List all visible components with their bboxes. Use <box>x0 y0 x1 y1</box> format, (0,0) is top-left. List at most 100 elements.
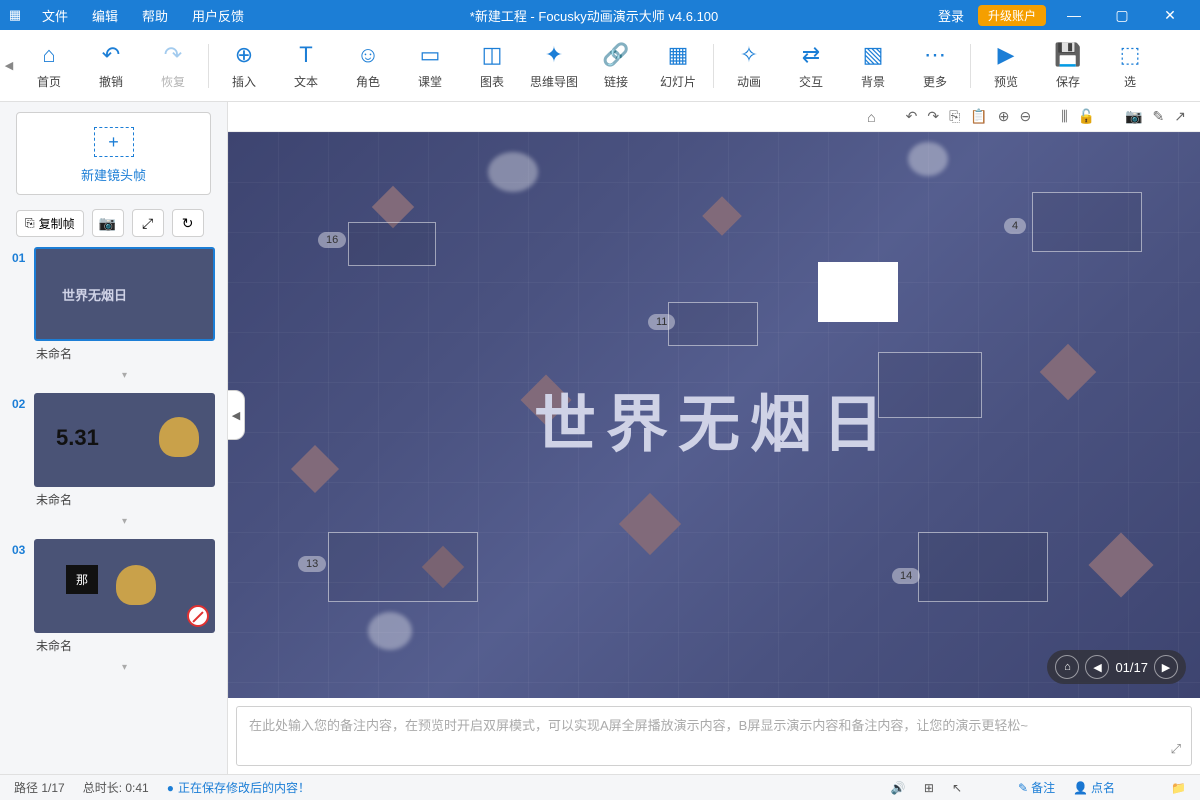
copy-canvas-icon[interactable]: ⎘ <box>949 108 960 125</box>
ribbon-icon: ◫ <box>482 41 503 69</box>
ribbon-scroll-left[interactable]: ◀ <box>0 59 18 72</box>
zoom-in-icon[interactable]: ⊕ <box>998 108 1010 125</box>
thumb-title: 未命名 <box>34 487 215 512</box>
ribbon-icon: ▦ <box>668 41 689 69</box>
ribbon-icon: 💾 <box>1054 41 1081 69</box>
close-button[interactable]: ✕ <box>1150 7 1190 24</box>
ribbon-首页[interactable]: ⌂ 首页 <box>18 41 80 90</box>
status-grid-icon[interactable]: ⊞ <box>924 781 934 795</box>
login-link[interactable]: 登录 <box>932 6 970 25</box>
status-folder-icon[interactable]: 📁 <box>1171 781 1186 795</box>
ribbon-label: 撤销 <box>99 73 123 90</box>
thumb-title: 未命名 <box>34 633 215 658</box>
thumbnail[interactable]: 5.31 <box>34 393 215 487</box>
notes-panel[interactable]: 在此处输入您的备注内容，在预览时开启双屏模式，可以实现A屏全屏播放演示内容，B屏… <box>236 706 1192 766</box>
thumbnail[interactable]: 那 <box>34 539 215 633</box>
new-frame-label: 新建镜头帧 <box>17 165 210 184</box>
lock-icon[interactable]: 🔓 <box>1078 108 1095 125</box>
ribbon-思维导图[interactable]: ✦思维导图 <box>523 41 585 90</box>
frame-box[interactable] <box>818 262 898 322</box>
export-icon[interactable]: ↗ <box>1174 108 1186 125</box>
nav-next-icon[interactable]: ▶ <box>1154 655 1178 679</box>
frame-box[interactable] <box>348 222 436 266</box>
menu-item[interactable]: 用户反馈 <box>180 6 256 25</box>
edit-icon[interactable]: ✎ <box>1153 108 1165 125</box>
frames-sidebar: + 新建镜头帧 ⎘ 复制帧 📷 ⤢ ↻ 01世界无烟日未命名▾025.31未命名… <box>0 102 228 774</box>
ribbon-选[interactable]: ⬚选 <box>1099 41 1161 90</box>
ribbon-保存[interactable]: 💾保存 <box>1037 41 1099 90</box>
paste-canvas-icon[interactable]: 📋 <box>970 108 987 125</box>
new-frame-button[interactable]: + 新建镜头帧 <box>16 112 211 195</box>
frame-box[interactable] <box>668 302 758 346</box>
frame-tag[interactable]: 13 <box>298 556 326 572</box>
frame-box[interactable] <box>878 352 982 418</box>
ribbon-幻灯片[interactable]: ▦幻灯片 <box>647 41 709 90</box>
decor-blob <box>908 142 948 176</box>
upgrade-button[interactable]: 升级账户 <box>978 5 1046 26</box>
menu-item[interactable]: 文件 <box>30 6 80 25</box>
copy-frame-button[interactable]: ⎘ 复制帧 <box>16 210 84 237</box>
home-icon[interactable]: ⌂ <box>867 109 875 125</box>
collapse-sidebar-handle[interactable]: ◀ <box>228 390 245 440</box>
thumb-wrap: 01世界无烟日未命名▾ <box>12 247 215 385</box>
ribbon-动画[interactable]: ✧动画 <box>718 41 780 90</box>
refresh-button[interactable]: ↻ <box>172 209 204 237</box>
zoom-out-icon[interactable]: ⊖ <box>1019 108 1031 125</box>
minimize-button[interactable]: — <box>1054 7 1094 23</box>
decor-blob <box>488 152 538 192</box>
ribbon-撤销[interactable]: ↶撤销 <box>80 41 142 90</box>
frame-tag[interactable]: 4 <box>1004 218 1026 234</box>
canvas-navigator: ⌂ ◀ 01/17 ▶ <box>1047 650 1186 684</box>
frame-tag[interactable]: 11 <box>648 314 675 330</box>
ribbon-图表[interactable]: ◫图表 <box>461 41 523 90</box>
ribbon-插入[interactable]: ⊕插入 <box>213 41 275 90</box>
menu-item[interactable]: 帮助 <box>130 6 180 25</box>
decor-rock <box>1040 344 1097 401</box>
frame-box[interactable] <box>1032 192 1142 252</box>
ribbon-角色[interactable]: ☺角色 <box>337 41 399 90</box>
ribbon-课堂[interactable]: ▭课堂 <box>399 41 461 90</box>
frame-tools: ⎘ 复制帧 📷 ⤢ ↻ <box>0 205 227 247</box>
thumb-title: 未命名 <box>34 341 215 366</box>
thumbnail[interactable]: 世界无烟日 <box>34 247 215 341</box>
decor-rock <box>1088 532 1153 597</box>
ribbon-文本[interactable]: T文本 <box>275 41 337 90</box>
canvas-main-title[interactable]: 世界无烟日 <box>534 374 894 464</box>
frame-tag[interactable]: 14 <box>892 568 920 584</box>
camera-button[interactable]: 📷 <box>92 209 124 237</box>
ribbon-label: 链接 <box>604 73 628 90</box>
ribbon-背景[interactable]: ▧背景 <box>842 41 904 90</box>
nav-home-icon[interactable]: ⌂ <box>1055 655 1079 679</box>
notes-expand-icon[interactable]: ⤢ <box>1171 741 1181 757</box>
thumb-wrap: 025.31未命名▾ <box>12 393 215 531</box>
status-speaker-icon[interactable]: 🔊 <box>891 781 906 795</box>
align-icon[interactable]: ⫼ <box>1061 108 1067 125</box>
nav-prev-icon[interactable]: ◀ <box>1085 655 1109 679</box>
status-likes-button[interactable]: 👤 点名 <box>1073 779 1115 796</box>
ribbon-icon: ✦ <box>545 41 563 69</box>
ribbon-交互[interactable]: ⇄交互 <box>780 41 842 90</box>
undo-canvas-icon[interactable]: ↶ <box>906 108 918 125</box>
redo-canvas-icon[interactable]: ↷ <box>927 108 939 125</box>
ribbon-separator <box>970 44 971 88</box>
ribbon-label: 首页 <box>37 73 61 90</box>
status-cursor-icon[interactable]: ↖ <box>952 781 962 795</box>
canvas-area: ⌂ ↶ ↷ ⎘ 📋 ⊕ ⊖ ⫼ 🔓 📷 ✎ ↗ ◀ <box>228 102 1200 774</box>
frame-tag[interactable]: 16 <box>318 232 346 248</box>
status-notes-button[interactable]: ✎ 备注 <box>1018 779 1055 796</box>
frame-box[interactable] <box>328 532 478 602</box>
maximize-button[interactable]: ▢ <box>1102 7 1142 24</box>
scan-button[interactable]: ⤢ <box>132 209 164 237</box>
thumb-separator: ▾ <box>34 662 215 673</box>
ribbon-预览[interactable]: ▶预览 <box>975 41 1037 90</box>
snapshot-icon[interactable]: 📷 <box>1125 108 1142 125</box>
frame-box[interactable] <box>918 532 1048 602</box>
decor-rock <box>702 196 742 236</box>
menu-item[interactable]: 编辑 <box>80 6 130 25</box>
thumb-wrap: 03那未命名▾ <box>12 539 215 677</box>
ribbon-更多[interactable]: ⋯更多 <box>904 41 966 90</box>
ribbon-链接[interactable]: 🔗链接 <box>585 41 647 90</box>
ribbon-icon: ⌂ <box>42 41 55 69</box>
canvas[interactable]: ◀ 世界无烟日 16 11 4 13 14 <box>228 132 1200 698</box>
ribbon-label: 交互 <box>799 73 823 90</box>
